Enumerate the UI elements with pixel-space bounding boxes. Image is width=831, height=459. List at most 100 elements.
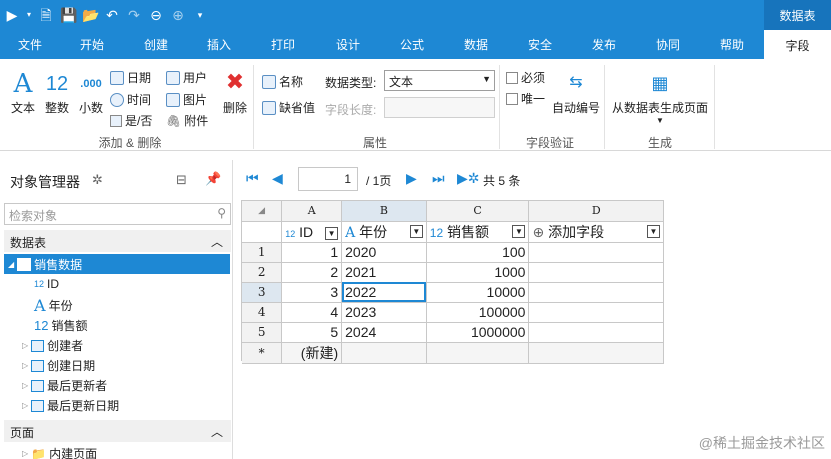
tab-security[interactable]: 安全 bbox=[514, 30, 566, 59]
cell-sales[interactable]: 100000 bbox=[426, 302, 530, 323]
tab-design[interactable]: 设计 bbox=[322, 30, 374, 59]
row-number[interactable]: 3 bbox=[242, 282, 283, 303]
cell-id[interactable]: 3 bbox=[281, 282, 343, 303]
new-record-row[interactable]: * (新建) bbox=[242, 342, 664, 364]
tree-item-last-updated-date[interactable]: ▷ 最后更新日期 bbox=[22, 397, 119, 414]
cell-sales[interactable]: 1000 bbox=[426, 262, 530, 283]
add-yesno-field-button[interactable]: 是/否 bbox=[110, 112, 152, 129]
tab-home[interactable]: 开始 bbox=[66, 30, 118, 59]
unique-checkbox[interactable]: 唯一 bbox=[506, 90, 545, 107]
generate-page-button[interactable]: ▦ 从数据表生成页面 ▼ bbox=[610, 69, 710, 125]
save-icon[interactable]: 💾 bbox=[60, 8, 77, 22]
cell-empty[interactable] bbox=[528, 262, 664, 283]
tree-item-field-year[interactable]: A 年份 bbox=[34, 296, 73, 315]
redo-icon[interactable]: ↷ bbox=[126, 8, 142, 22]
tab-help[interactable]: 帮助 bbox=[706, 30, 758, 59]
tree-item-field-id[interactable]: 12 ID bbox=[34, 277, 59, 291]
gear-icon[interactable]: ✲ bbox=[92, 172, 103, 188]
undo-icon[interactable]: ↶ bbox=[104, 8, 120, 22]
table-row[interactable]: 1 1 2020 100 bbox=[242, 242, 664, 263]
forward-icon[interactable]: ⊕ bbox=[170, 8, 186, 22]
cell-empty[interactable] bbox=[528, 242, 664, 263]
collapse-icon[interactable]: ⊟ bbox=[176, 172, 187, 188]
column-letter-b[interactable]: B bbox=[341, 201, 427, 222]
add-integer-field-button[interactable]: 12 整数 bbox=[40, 69, 74, 116]
row-number[interactable]: 4 bbox=[242, 302, 283, 323]
add-image-field-button[interactable]: 图片 bbox=[166, 91, 207, 108]
field-header-year[interactable]: A 年份 ▼ bbox=[341, 221, 427, 243]
last-page-icon[interactable]: ⏭ bbox=[432, 170, 445, 187]
object-search-input[interactable]: 检索对象 ⚲ bbox=[4, 203, 231, 225]
new-record-icon[interactable]: ▶✲ bbox=[457, 170, 480, 187]
tab-collaborate[interactable]: 协同 bbox=[642, 30, 694, 59]
tree-item-created-date[interactable]: ▷ 创建日期 bbox=[22, 357, 95, 374]
cell-year[interactable]: 2023 bbox=[341, 302, 427, 323]
cell-sales[interactable]: 1000000 bbox=[426, 322, 530, 343]
chevron-down-icon[interactable]: ▼ bbox=[325, 226, 339, 240]
cell-year[interactable]: 2021 bbox=[341, 262, 427, 283]
add-date-field-button[interactable]: 日期 bbox=[110, 69, 151, 86]
cell-sales[interactable]: 100 bbox=[426, 242, 530, 263]
add-decimal-field-button[interactable]: .000 小数 bbox=[76, 69, 106, 116]
cell-id[interactable]: 5 bbox=[281, 322, 343, 343]
cell-id[interactable]: 2 bbox=[281, 262, 343, 283]
cell-empty[interactable] bbox=[528, 302, 664, 323]
chevron-down-icon[interactable]: ▼ bbox=[647, 224, 660, 238]
pages-section-header[interactable]: 页面 ︿ bbox=[4, 420, 231, 442]
cell-id[interactable]: 4 bbox=[281, 302, 343, 323]
page-number-input[interactable]: 1 bbox=[298, 167, 358, 191]
tables-section-header[interactable]: 数据表 ︿ bbox=[4, 230, 231, 252]
open-folder-icon[interactable]: 📂 bbox=[82, 8, 99, 22]
chevron-down-icon[interactable]: ▼ bbox=[409, 224, 423, 238]
add-text-field-button[interactable]: A 文本 bbox=[8, 69, 38, 116]
select-all-corner[interactable]: ◢ bbox=[242, 201, 283, 222]
cell-empty[interactable] bbox=[341, 342, 427, 364]
table-row[interactable]: 4 4 2023 100000 bbox=[242, 302, 664, 323]
tab-data[interactable]: 数据 bbox=[450, 30, 502, 59]
cell-empty[interactable] bbox=[528, 342, 664, 364]
required-checkbox[interactable]: 必须 bbox=[506, 69, 545, 86]
tab-insert[interactable]: 插入 bbox=[193, 30, 245, 59]
tab-publish[interactable]: 发布 bbox=[578, 30, 630, 59]
field-header-sales[interactable]: 12 销售额 ▼ bbox=[426, 221, 530, 243]
next-page-icon[interactable]: ▶ bbox=[406, 170, 417, 187]
field-header-id[interactable]: 12 ID ▼ bbox=[281, 221, 343, 243]
field-name-button[interactable]: 名称 bbox=[262, 73, 303, 90]
chevron-down-icon[interactable]: ▼ bbox=[512, 224, 526, 238]
first-page-icon[interactable]: ⏮ bbox=[246, 170, 259, 187]
pin-icon[interactable]: 📌 bbox=[205, 171, 221, 187]
row-number[interactable]: 1 bbox=[242, 242, 283, 263]
previous-page-icon[interactable]: ◀ bbox=[272, 170, 283, 187]
add-time-field-button[interactable]: 时间 bbox=[110, 91, 151, 108]
column-letter-c[interactable]: C bbox=[426, 201, 530, 222]
customize-icon[interactable]: ▾ bbox=[192, 8, 208, 22]
pane-divider[interactable] bbox=[232, 160, 233, 459]
field-length-input[interactable] bbox=[384, 97, 495, 118]
tab-print[interactable]: 打印 bbox=[257, 30, 309, 59]
table-row[interactable]: 5 5 2024 1000000 bbox=[242, 322, 664, 343]
cell-empty[interactable] bbox=[528, 282, 664, 303]
data-type-select[interactable]: 文本 ▼ bbox=[384, 70, 495, 91]
dropdown-icon[interactable]: ▾ bbox=[26, 8, 32, 22]
default-value-button[interactable]: 缺省值 bbox=[262, 99, 315, 116]
back-icon[interactable]: ⊖ bbox=[148, 8, 164, 22]
table-row[interactable]: 3 3 2022 10000 bbox=[242, 282, 664, 303]
cell-id[interactable]: 1 bbox=[281, 242, 343, 263]
run-icon[interactable]: ▶ bbox=[4, 8, 20, 22]
new-file-icon[interactable]: 🗎 bbox=[38, 8, 54, 22]
row-number[interactable]: 2 bbox=[242, 262, 283, 283]
table-row[interactable]: 2 2 2021 1000 bbox=[242, 262, 664, 283]
tab-formula[interactable]: 公式 bbox=[386, 30, 438, 59]
cell-sales[interactable]: 10000 bbox=[426, 282, 530, 303]
tree-item-creator[interactable]: ▷ 创建者 bbox=[22, 337, 83, 354]
cell-year[interactable]: 2024 bbox=[341, 322, 427, 343]
tree-item-last-updater[interactable]: ▷ 最后更新者 bbox=[22, 377, 107, 394]
cell-empty[interactable] bbox=[426, 342, 530, 364]
delete-field-button[interactable]: ✖ 删除 bbox=[220, 69, 250, 116]
tab-create[interactable]: 创建 bbox=[130, 30, 182, 59]
cell-year-selected[interactable]: 2022 bbox=[341, 282, 427, 303]
add-user-field-button[interactable]: 用户 bbox=[166, 69, 207, 86]
row-number[interactable]: 5 bbox=[242, 322, 283, 343]
column-letter-d[interactable]: D bbox=[528, 201, 664, 222]
new-row-label[interactable]: (新建) bbox=[281, 342, 343, 364]
